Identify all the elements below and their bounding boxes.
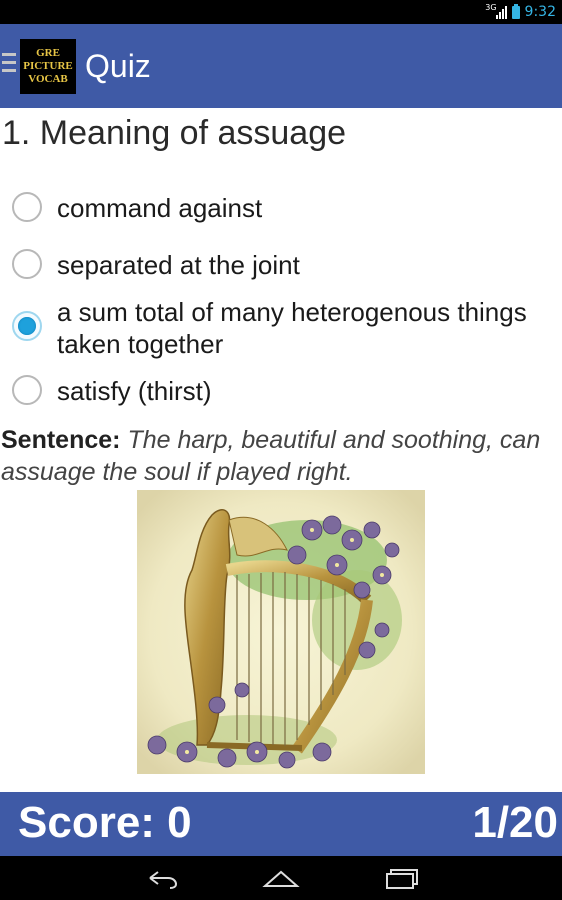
logo-line-2: PICTURE [23, 60, 73, 72]
score-label: Score: 0 [18, 798, 192, 847]
app-logo[interactable]: GRE PICTURE VOCAB [20, 39, 76, 94]
drawer-menu-icon[interactable] [2, 53, 16, 77]
action-bar: GRE PICTURE VOCAB Quiz [0, 24, 562, 108]
signal-icon [495, 5, 507, 19]
radio-button[interactable] [12, 192, 42, 222]
home-icon[interactable] [261, 864, 301, 892]
option-2[interactable]: separated at the joint [12, 249, 527, 281]
radio-button[interactable] [12, 249, 42, 279]
clock: 9:32 [524, 4, 556, 20]
system-nav-bar [0, 856, 562, 900]
question-progress: 1/20 [472, 798, 558, 847]
battery-icon [511, 3, 520, 19]
logo-line-3: VOCAB [28, 73, 68, 85]
page-title: Quiz [85, 48, 151, 84]
recent-apps-icon[interactable] [381, 864, 421, 892]
logo-line-1: GRE [36, 47, 60, 59]
back-icon[interactable] [142, 864, 182, 892]
radio-button-selected[interactable] [12, 311, 42, 341]
option-label[interactable]: command against [57, 192, 527, 224]
option-4[interactable]: satisfy (thirst) [12, 375, 527, 407]
score-bar: Score: 0 1/20 [0, 792, 562, 856]
status-bar: 3G 9:32 [0, 0, 562, 24]
option-3[interactable]: a sum total of many heterogenous things … [12, 296, 527, 360]
example-sentence: Sentence: The harp, beautiful and soothi… [1, 424, 561, 488]
option-1[interactable]: command against [12, 192, 527, 224]
radio-button[interactable] [12, 375, 42, 405]
harp-illustration [137, 490, 425, 774]
network-type: 3G [485, 2, 497, 12]
status-icons: 3G 9:32 [485, 0, 556, 24]
sentence-label: Sentence: [1, 426, 121, 454]
option-label[interactable]: satisfy (thirst) [57, 375, 527, 407]
option-label[interactable]: a sum total of many heterogenous things … [57, 296, 527, 360]
question-title: 1. Meaning of assuage [2, 114, 347, 152]
option-label[interactable]: separated at the joint [57, 249, 527, 281]
